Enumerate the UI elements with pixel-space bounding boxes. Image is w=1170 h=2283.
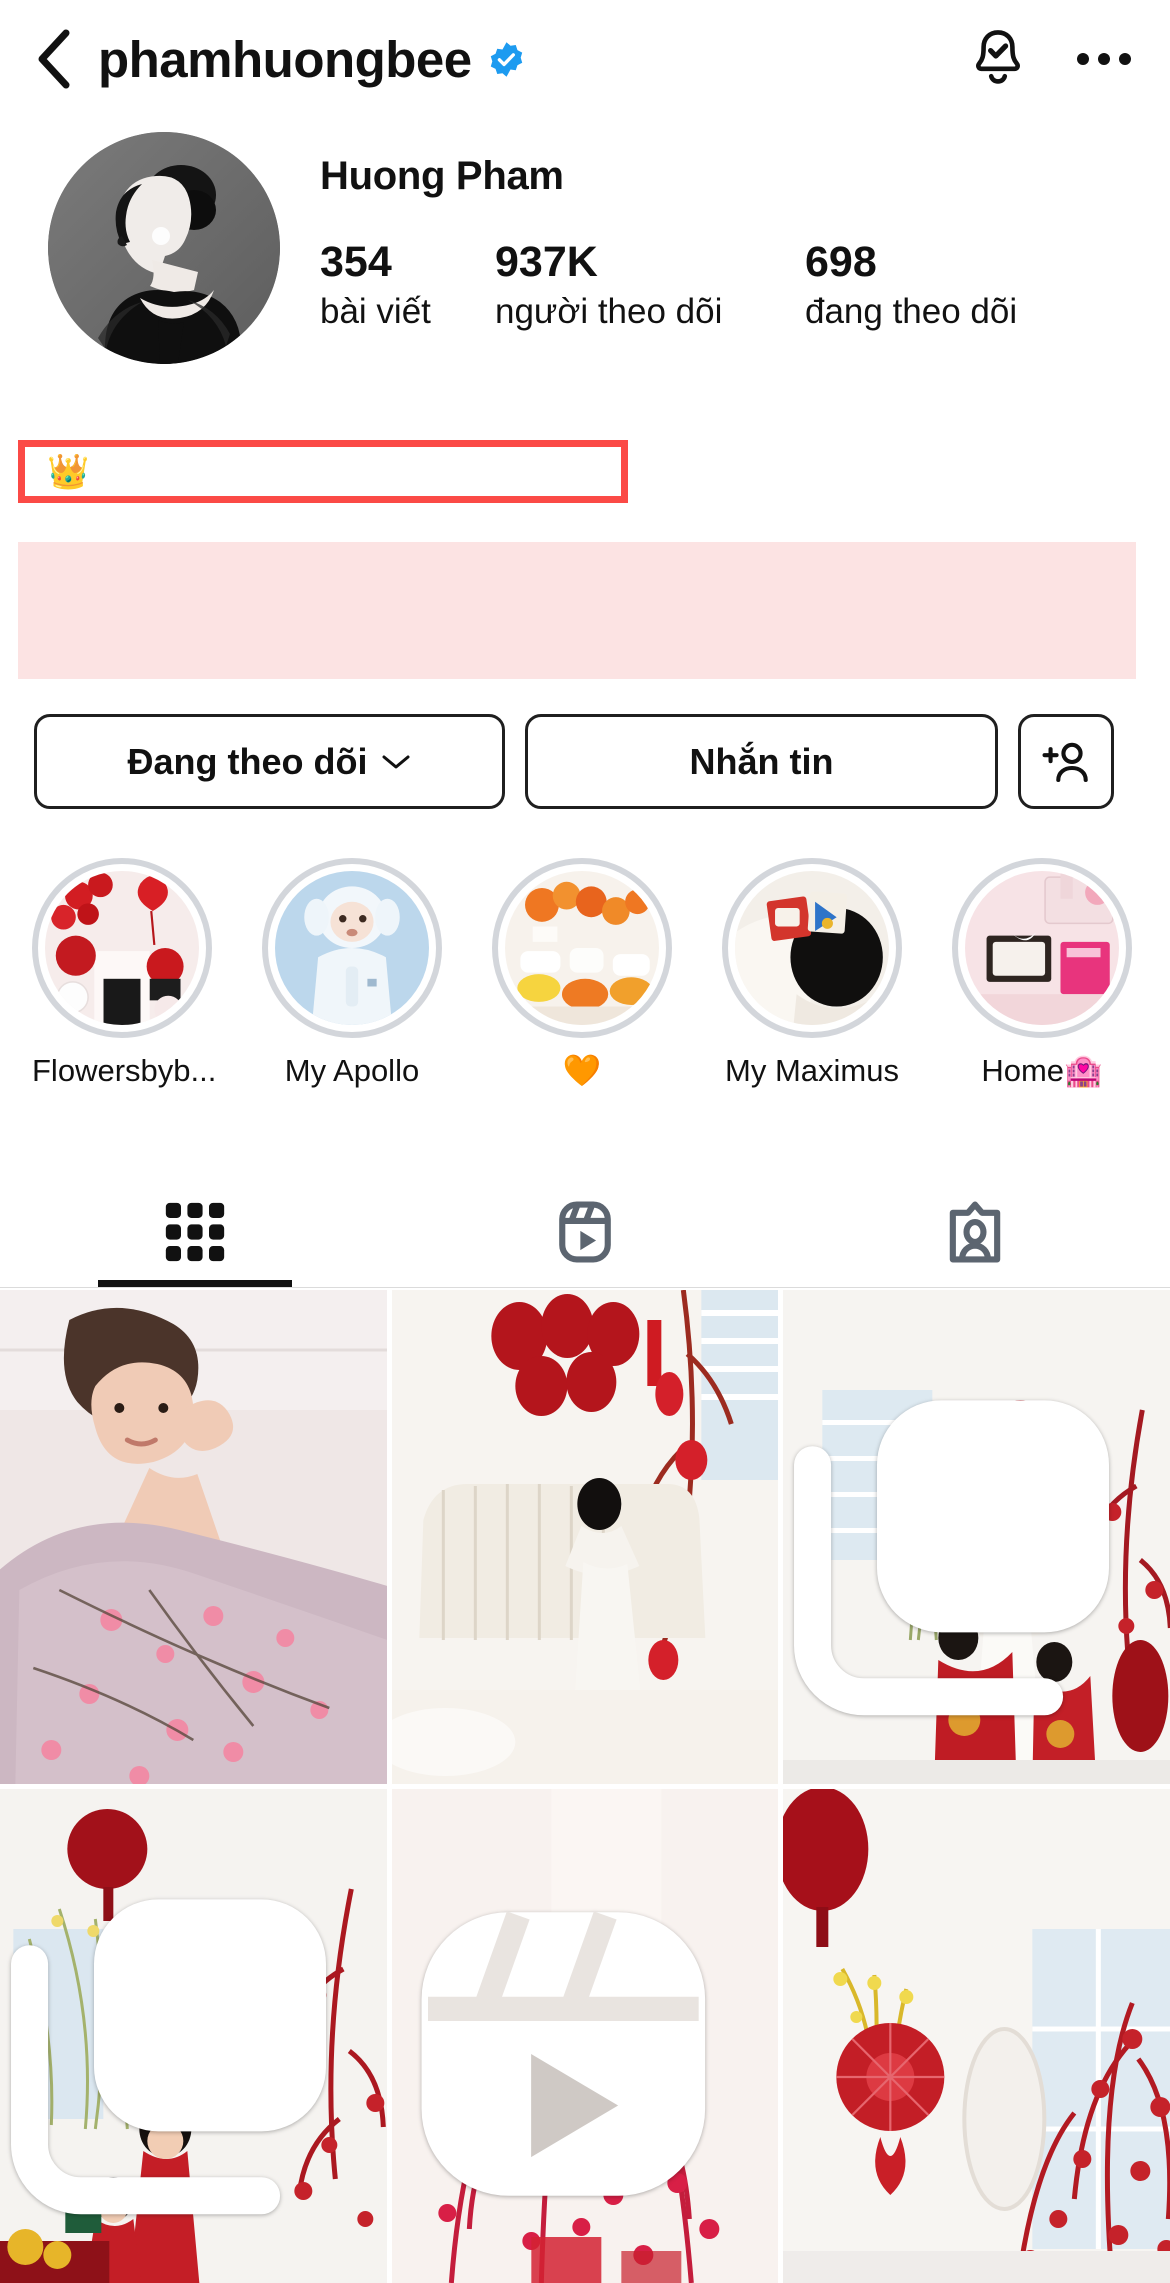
posts-label: bài viết: [320, 292, 431, 332]
highlight-cover: [275, 871, 429, 1025]
highlight-ring: [262, 858, 442, 1038]
highlight-cover: [735, 871, 889, 1025]
bio-highlight-block: [18, 542, 1136, 679]
posts-grid: [0, 1290, 1170, 2283]
bell-check-icon: [976, 30, 1020, 84]
bio-text: 👑: [47, 452, 90, 491]
profile-details: Huong Pham 354 bài viết 937K người theo …: [280, 132, 1170, 333]
grid-post[interactable]: [391, 1789, 779, 2283]
carousel-icon: [11, 1899, 326, 2215]
message-button[interactable]: Nhắn tin: [525, 714, 998, 809]
highlight-item[interactable]: Home🏩: [952, 858, 1132, 1089]
red-balloons-roses-image: [45, 871, 199, 1025]
verified-badge-icon: [490, 41, 522, 77]
baby-snowsuit-image: [275, 871, 429, 1025]
post-image: [0, 1290, 387, 1784]
highlight-label: 🧡: [562, 1053, 602, 1088]
more-options-button[interactable]: [1076, 50, 1132, 68]
grid-post[interactable]: [0, 1789, 387, 2283]
stat-following[interactable]: 698 đang theo dõi: [805, 238, 1085, 333]
tab-posts[interactable]: [0, 1176, 390, 1287]
tab-reels[interactable]: [390, 1176, 780, 1287]
grid-post[interactable]: [783, 1290, 1170, 1784]
profile-photo-image: [48, 132, 280, 364]
highlight-item[interactable]: My Apollo: [262, 858, 442, 1089]
grid-post[interactable]: [783, 1789, 1170, 2283]
bio-highlighted-box: 👑: [18, 440, 628, 503]
chevron-left-icon: [38, 29, 70, 89]
stat-followers[interactable]: 937K người theo dõi: [495, 238, 805, 333]
followers-count: 937K: [495, 238, 598, 286]
posts-count: 354: [320, 238, 392, 286]
add-person-icon: [1042, 742, 1088, 782]
tab-tagged[interactable]: [780, 1176, 1170, 1287]
grid-post[interactable]: [0, 1290, 387, 1784]
profile-action-buttons: Đang theo dõi Nhắn tin: [0, 714, 1170, 809]
highlight-cover: [505, 871, 659, 1025]
highlight-label: My Apollo: [284, 1053, 420, 1088]
avatar[interactable]: [48, 132, 280, 364]
highlight-ring: [492, 858, 672, 1038]
highlight-cover: [965, 871, 1119, 1025]
story-highlights: Flowersbyb... My Apollo 🧡 My Maximus Hom…: [0, 858, 1170, 1089]
tagged-icon: [949, 1201, 1001, 1262]
highlight-label: Home🏩: [981, 1053, 1103, 1088]
post-image: [391, 1290, 779, 1784]
active-tab-indicator: [98, 1280, 292, 1287]
reels-icon: [559, 1201, 611, 1262]
display-name: Huong Pham: [320, 154, 564, 198]
post-image: [783, 1789, 1170, 2283]
username-header[interactable]: phamhuongbee: [98, 34, 968, 85]
highlight-label: Flowersbyb...: [32, 1053, 217, 1088]
child-reading-book-image: [735, 871, 889, 1025]
following-count: 698: [805, 238, 877, 286]
highlight-ring: [32, 858, 212, 1038]
followers-label: người theo dõi: [495, 292, 723, 332]
highlight-ring: [722, 858, 902, 1038]
grid-icon: [165, 1202, 225, 1261]
more-options-icon: [1077, 53, 1131, 65]
highlight-label: My Maximus: [725, 1053, 899, 1088]
message-button-label: Nhắn tin: [689, 740, 834, 782]
highlight-ring: [952, 858, 1132, 1038]
reels-icon: [421, 1911, 705, 2196]
back-button[interactable]: [22, 27, 86, 91]
stat-posts[interactable]: 354 bài viết: [320, 238, 495, 333]
add-person-button[interactable]: [1018, 714, 1114, 809]
following-button[interactable]: Đang theo dõi: [34, 714, 505, 809]
highlight-item[interactable]: 🧡: [492, 858, 672, 1089]
profile-tabs: [0, 1176, 1170, 1288]
following-button-label: Đang theo dõi: [127, 740, 368, 782]
following-label: đang theo dõi: [805, 292, 1018, 332]
notifications-button[interactable]: [968, 26, 1028, 92]
pink-vanity-books-image: [965, 871, 1119, 1025]
grid-post[interactable]: [391, 1290, 779, 1784]
dessert-table-flowers-image: [505, 871, 659, 1025]
highlight-item[interactable]: My Maximus: [722, 858, 902, 1089]
chevron-down-icon: [382, 755, 410, 768]
profile-stats: 354 bài viết 937K người theo dõi 698 đan…: [320, 238, 1170, 333]
profile-summary: Huong Pham 354 bài viết 937K người theo …: [0, 118, 1170, 364]
highlight-cover: [45, 871, 199, 1025]
app-header: phamhuongbee: [0, 0, 1170, 118]
username-text: phamhuongbee: [98, 30, 472, 88]
highlight-item[interactable]: Flowersbyb...: [32, 858, 217, 1089]
carousel-icon: [794, 1400, 1110, 1716]
header-actions: [968, 26, 1140, 92]
